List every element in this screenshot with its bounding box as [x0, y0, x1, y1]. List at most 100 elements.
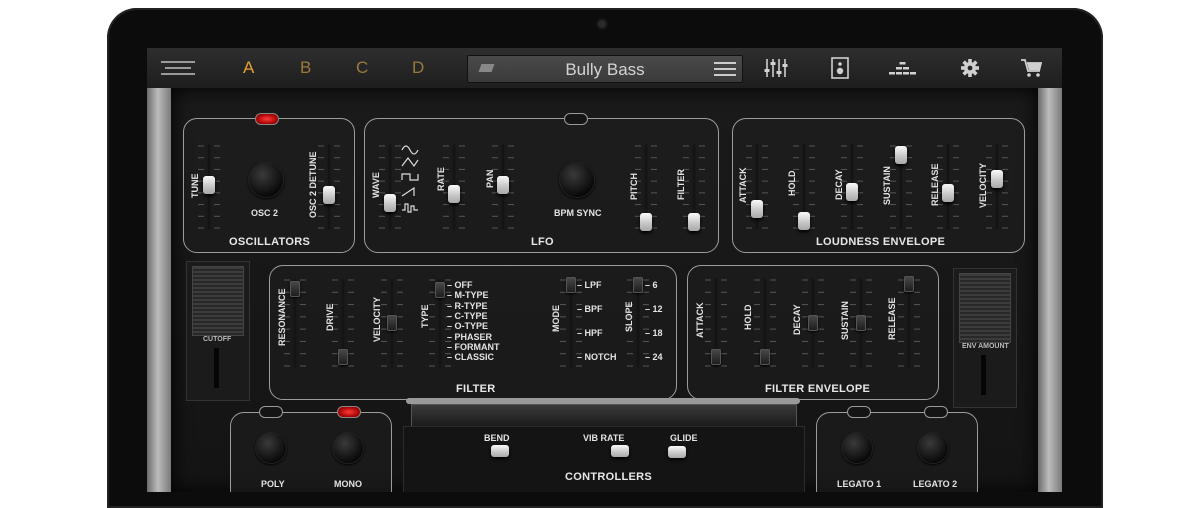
filter-type-option[interactable]: – OFF	[447, 280, 473, 290]
shopping-cart-icon[interactable]	[1019, 56, 1045, 80]
main-menu-icon[interactable]	[161, 61, 195, 75]
loudness-sustain-slider[interactable]	[895, 146, 907, 164]
tab-a[interactable]: A	[243, 58, 254, 78]
filter-env-release-slider[interactable]	[904, 276, 914, 292]
filter-slope-option[interactable]: – 24	[645, 352, 663, 362]
filter-mode-option[interactable]: – LPF	[577, 280, 602, 290]
preset-menu-icon[interactable]	[714, 62, 736, 76]
filter-slope-option[interactable]: – 6	[645, 280, 658, 290]
filter-mode-slider[interactable]	[566, 277, 576, 293]
loudness-decay-slider[interactable]	[846, 183, 858, 201]
env-amount-slot	[981, 355, 986, 395]
filter-envelope-panel	[687, 265, 939, 400]
cutoff-slot	[214, 348, 219, 388]
bpm-sync-label: BPM SYNC	[554, 208, 602, 218]
filter-type-slider[interactable]	[435, 282, 445, 298]
tune-slider[interactable]	[203, 176, 215, 194]
cutoff-wheel[interactable]	[192, 266, 244, 336]
mixer-icon[interactable]	[763, 56, 789, 80]
filter-type-option[interactable]: – CLASSIC	[447, 352, 494, 362]
loudness-velocity-slider[interactable]	[991, 170, 1003, 188]
bpm-sync-knob[interactable]	[559, 162, 595, 198]
filter-drive-slider[interactable]	[338, 349, 348, 365]
osc2-knob[interactable]	[248, 162, 284, 198]
filter-slope-option[interactable]: – 18	[645, 328, 663, 338]
loudness-release-slider[interactable]	[942, 184, 954, 202]
legato2-led[interactable]	[924, 406, 948, 418]
loudness-release-label: RELEASE	[930, 163, 940, 206]
lfo-rate-slider[interactable]	[448, 185, 460, 203]
mono-label: MONO	[334, 479, 362, 489]
loudness-hold-slider[interactable]	[798, 212, 810, 230]
lfo-pitch-slider[interactable]	[640, 213, 652, 231]
lfo-filter-slider[interactable]	[688, 213, 700, 231]
cutoff-label: CUTOFF	[203, 336, 232, 343]
settings-gear-icon[interactable]	[957, 56, 983, 80]
app-screen: A B C D Bully Bass TUNE OSC 2 OSC 2 DETU…	[147, 48, 1062, 492]
filter-type-option[interactable]: – O-TYPE	[447, 321, 488, 331]
filter-resonance-slider[interactable]	[290, 281, 300, 297]
glide-slider[interactable]	[668, 446, 686, 458]
loudness-attack-label: ATTACK	[738, 167, 748, 203]
filter-type-option[interactable]: – PHASER	[447, 332, 492, 342]
voice-mode-panel	[230, 412, 392, 492]
vib-rate-slider[interactable]	[611, 445, 629, 457]
glide-label: GLIDE	[670, 433, 698, 443]
filter-env-attack-slider[interactable]	[711, 349, 721, 365]
osc2-detune-slider[interactable]	[323, 186, 335, 204]
poly-led[interactable]	[259, 406, 283, 418]
filter-mode-label: MODE	[551, 305, 561, 332]
loudness-sustain-label: SUSTAIN	[882, 166, 892, 205]
loudness-velocity-label: VELOCITY	[978, 162, 988, 208]
filter-env-attack-label: ATTACK	[695, 302, 705, 338]
filter-slope-label: SLOPE	[624, 301, 634, 332]
filter-type-option[interactable]: – M-TYPE	[447, 290, 489, 300]
filter-velocity-slider[interactable]	[387, 315, 397, 331]
filter-type-option[interactable]: – R-TYPE	[447, 301, 488, 311]
filter-type-option[interactable]: – C-TYPE	[447, 311, 488, 321]
legato2-label: LEGATO 2	[913, 479, 958, 489]
rack-side-left	[147, 88, 171, 492]
lfo-title: LFO	[531, 236, 554, 248]
legato2-button[interactable]	[917, 432, 949, 464]
filter-slope-slider[interactable]	[633, 277, 643, 293]
filter-env-decay-slider[interactable]	[808, 315, 818, 331]
bend-slider[interactable]	[491, 445, 509, 457]
filter-slope-option[interactable]: – 12	[645, 304, 663, 314]
mono-led[interactable]	[337, 406, 361, 418]
filter-envelope-title: FILTER ENVELOPE	[765, 383, 871, 395]
arpeggiator-icon[interactable]	[887, 56, 919, 80]
legato1-led[interactable]	[847, 406, 871, 418]
camera-icon	[598, 20, 606, 28]
speaker-icon[interactable]	[827, 56, 853, 80]
loudness-envelope-title: LOUDNESS ENVELOPE	[816, 236, 946, 248]
env-amount-label: ENV AMOUNT	[962, 343, 1009, 350]
mono-button[interactable]	[332, 432, 364, 464]
filter-drive-label: DRIVE	[325, 303, 335, 331]
filter-velocity-label: VELOCITY	[372, 296, 382, 342]
loudness-attack-slider[interactable]	[751, 200, 763, 218]
filter-mode-option[interactable]: – NOTCH	[577, 352, 617, 362]
tab-c[interactable]: C	[356, 58, 368, 78]
filter-resonance-label: RESONANCE	[277, 288, 287, 346]
tab-b[interactable]: B	[300, 58, 311, 78]
env-amount-wheel[interactable]	[959, 273, 1011, 343]
lfo-led[interactable]	[564, 113, 588, 125]
preset-name: Bully Bass	[565, 60, 645, 79]
filter-mode-option[interactable]: – BPF	[577, 304, 603, 314]
lfo-wave-slider[interactable]	[384, 194, 396, 212]
filter-env-sustain-slider[interactable]	[856, 315, 866, 331]
preset-selector[interactable]: Bully Bass	[467, 55, 743, 83]
filter-type-option[interactable]: – FORMANT	[447, 342, 500, 352]
tab-d[interactable]: D	[412, 58, 424, 78]
lfo-pitch-label: PITCH	[629, 173, 639, 200]
rack-side-right	[1038, 88, 1062, 492]
oscillators-led[interactable]	[255, 113, 279, 125]
legato1-button[interactable]	[841, 432, 873, 464]
poly-button[interactable]	[255, 432, 287, 464]
filter-mode-option[interactable]: – HPF	[577, 328, 603, 338]
lfo-pan-slider[interactable]	[497, 176, 509, 194]
loudness-decay-label: DECAY	[834, 169, 844, 200]
top-bar: A B C D Bully Bass	[147, 48, 1062, 89]
filter-env-hold-slider[interactable]	[760, 349, 770, 365]
